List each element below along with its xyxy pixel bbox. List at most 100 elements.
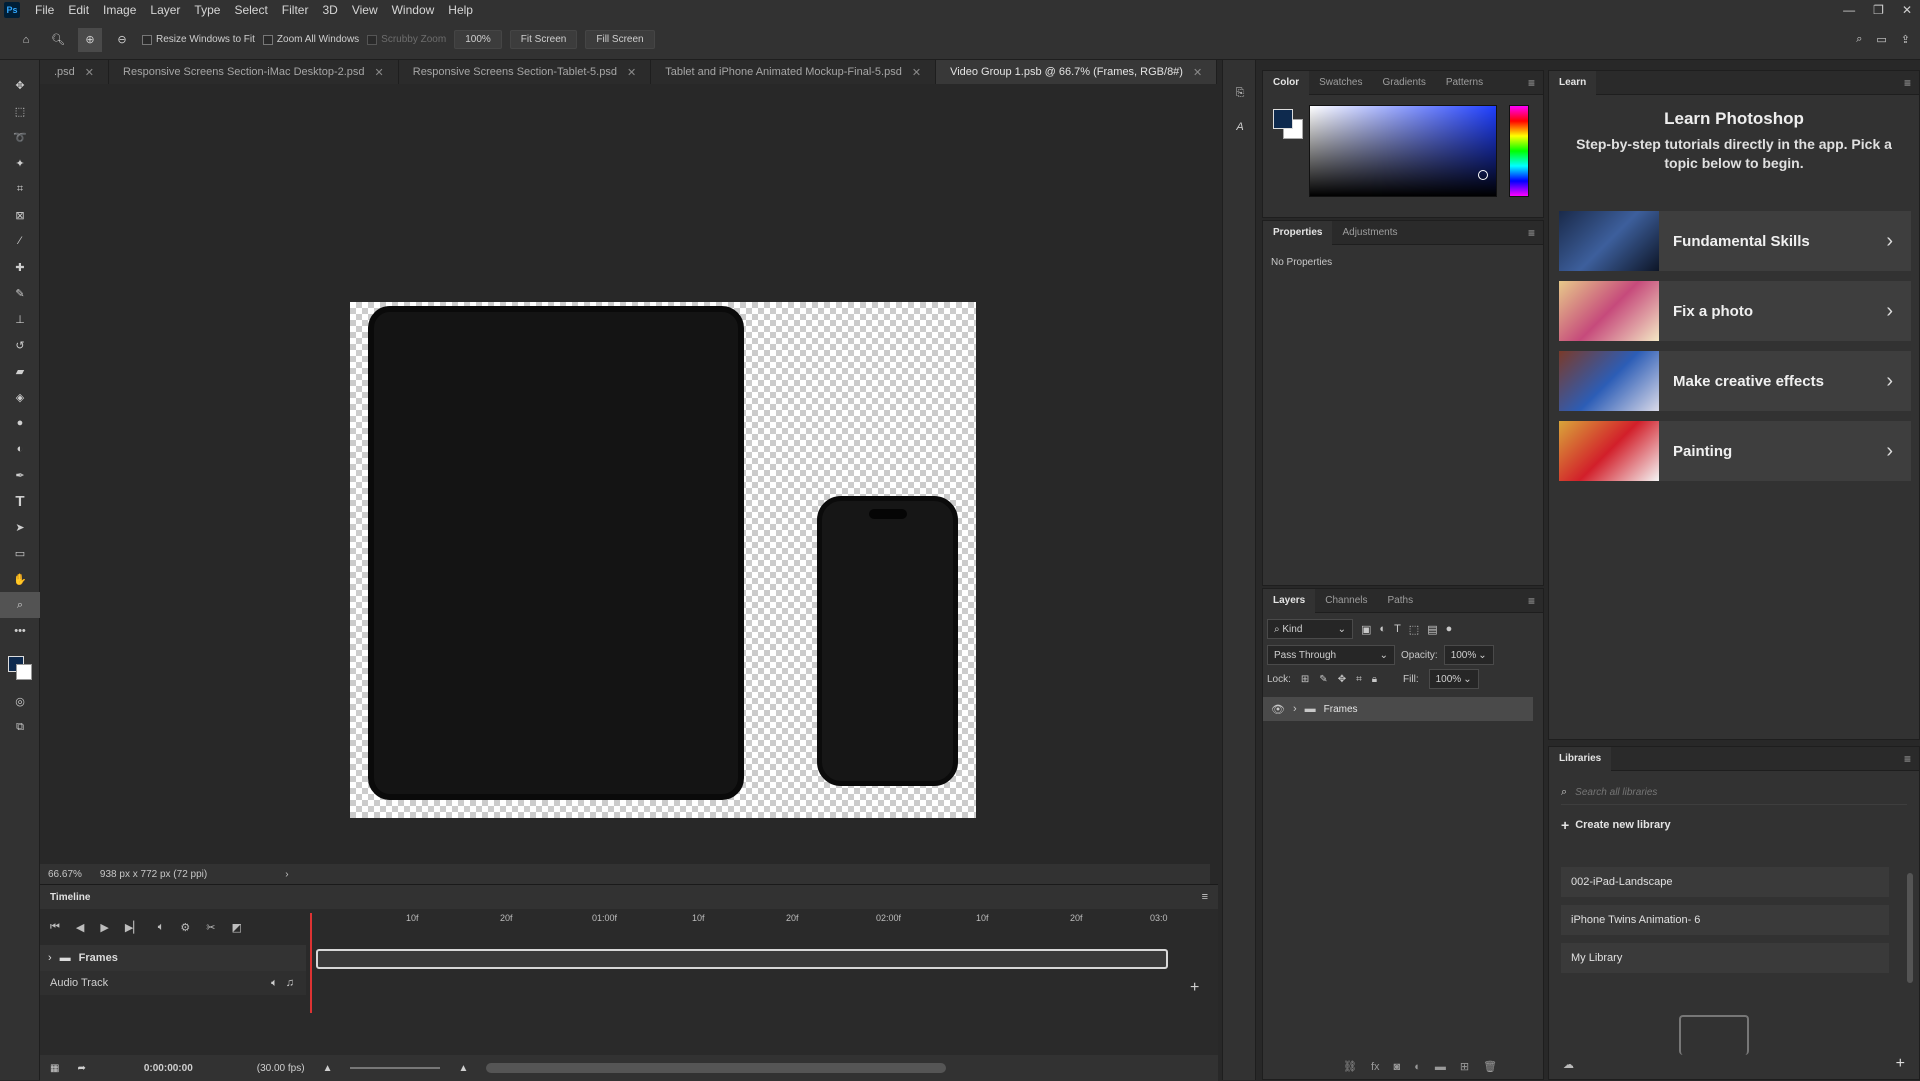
blend-mode-select[interactable]: Pass Through ⌄ bbox=[1267, 645, 1395, 665]
lock-pixels-icon[interactable]: ✎ bbox=[1319, 674, 1327, 685]
marquee-tool-icon[interactable]: ⬚ bbox=[0, 98, 40, 124]
libraries-scrollbar[interactable] bbox=[1907, 873, 1913, 983]
chevron-right-icon[interactable]: › bbox=[1293, 703, 1297, 715]
tab-paths[interactable]: Paths bbox=[1378, 589, 1424, 613]
filter-shape-icon[interactable]: ⬚ bbox=[1409, 623, 1419, 636]
timeline-tab[interactable]: Timeline bbox=[50, 892, 90, 903]
close-icon[interactable]: ✕ bbox=[1193, 66, 1202, 79]
filter-type-icon[interactable]: T bbox=[1394, 623, 1401, 635]
timeline-ruler[interactable]: 10f 20f 01:00f 10f 20f 02:00f 10f 20f 03… bbox=[310, 911, 1170, 931]
lock-artboard-icon[interactable]: ⌗ bbox=[1356, 674, 1362, 685]
zoom-in-timeline-icon[interactable]: ▲ bbox=[458, 1063, 468, 1074]
doc-tab-tablet[interactable]: Responsive Screens Section-Tablet-5.psd ✕ bbox=[398, 60, 652, 84]
frame-tool-icon[interactable]: ⊠ bbox=[0, 202, 40, 228]
close-icon[interactable]: ✕ bbox=[1902, 3, 1912, 17]
resize-windows-checkbox[interactable]: Resize Windows to Fit bbox=[142, 34, 255, 45]
pen-tool-icon[interactable]: ✒ bbox=[0, 462, 40, 488]
filter-pixel-icon[interactable]: ▣ bbox=[1361, 623, 1371, 636]
restore-icon[interactable]: ❐ bbox=[1873, 3, 1884, 17]
scrubby-zoom-checkbox[interactable]: Scrubby Zoom bbox=[367, 34, 446, 45]
filter-adjustment-icon[interactable]: ◐ bbox=[1379, 623, 1386, 635]
filter-toggle-icon[interactable]: ● bbox=[1446, 623, 1453, 635]
link-icon[interactable]: ⛓ bbox=[1343, 1060, 1357, 1073]
fit-screen-button[interactable]: Fit Screen bbox=[509, 30, 578, 49]
layer-row-frames[interactable]: 👁︎ › ▬ Frames bbox=[1263, 697, 1533, 721]
lock-transparent-icon[interactable]: ⊞ bbox=[1301, 674, 1309, 685]
blur-tool-icon[interactable]: ● bbox=[0, 410, 40, 436]
eraser-tool-icon[interactable]: ▰ bbox=[0, 358, 40, 384]
menu-type[interactable]: Type bbox=[187, 3, 227, 17]
transition-icon[interactable]: ◩ bbox=[231, 921, 241, 934]
menu-image[interactable]: Image bbox=[96, 3, 143, 17]
stamp-tool-icon[interactable]: ⊥ bbox=[0, 306, 40, 332]
library-item[interactable]: iPhone Twins Animation- 6 bbox=[1561, 905, 1889, 935]
menu-edit[interactable]: Edit bbox=[61, 3, 96, 17]
path-select-tool-icon[interactable]: ➤ bbox=[0, 514, 40, 540]
playhead[interactable] bbox=[310, 913, 312, 1013]
tab-color[interactable]: Color bbox=[1263, 70, 1310, 95]
color-swatches[interactable] bbox=[0, 644, 39, 688]
zoom-in-icon[interactable]: ⊕ bbox=[78, 27, 102, 52]
settings-icon[interactable]: ⚙ bbox=[180, 921, 190, 934]
timeline-zoom-slider[interactable] bbox=[350, 1067, 441, 1069]
chevron-right-icon[interactable]: › bbox=[285, 869, 288, 880]
frame-animation-icon[interactable]: ▦ bbox=[50, 1063, 59, 1074]
render-icon[interactable]: ➦ bbox=[77, 1063, 85, 1074]
brush-tool-icon[interactable]: ✎ bbox=[0, 280, 40, 306]
opacity-field[interactable]: 100% ⌄ bbox=[1443, 645, 1494, 665]
audio-icon[interactable]: 🔈︎ bbox=[158, 921, 165, 934]
library-search-input[interactable] bbox=[1573, 786, 1824, 799]
zoom-tool-icon[interactable]: ⌕ bbox=[0, 592, 40, 618]
share-icon[interactable]: ⇪ bbox=[1901, 33, 1910, 46]
add-track-icon[interactable]: + bbox=[1190, 979, 1199, 997]
add-icon[interactable]: + bbox=[1896, 1055, 1905, 1073]
lock-position-icon[interactable]: ✥ bbox=[1338, 674, 1346, 685]
zoom-all-checkbox[interactable]: Zoom All Windows bbox=[262, 34, 359, 45]
menu-layer[interactable]: Layer bbox=[143, 3, 187, 17]
tab-libraries[interactable]: Libraries bbox=[1549, 746, 1612, 771]
hue-slider[interactable] bbox=[1509, 105, 1529, 197]
mask-icon[interactable]: ◙ bbox=[1394, 1061, 1401, 1073]
learn-card-creative-effects[interactable]: Make creative effects › bbox=[1559, 351, 1911, 411]
panel-menu-icon[interactable]: ≡ bbox=[1904, 76, 1911, 90]
zoom-value-field[interactable]: 100% bbox=[454, 30, 502, 49]
create-library-button[interactable]: + Create new library bbox=[1561, 817, 1907, 833]
background-color-swatch[interactable] bbox=[16, 664, 32, 680]
foreground-color-swatch[interactable] bbox=[1273, 109, 1293, 129]
healing-brush-tool-icon[interactable]: ✚ bbox=[0, 254, 40, 280]
history-brush-tool-icon[interactable]: ↺ bbox=[0, 332, 40, 358]
status-zoom[interactable]: 66.67% bbox=[48, 869, 82, 880]
panel-menu-icon[interactable]: ≡ bbox=[1202, 891, 1208, 903]
screen-mode-icon[interactable]: ⧉ bbox=[0, 714, 40, 740]
panel-menu-icon[interactable]: ≡ bbox=[1528, 226, 1535, 240]
library-search[interactable]: ⌕ bbox=[1561, 781, 1907, 805]
music-note-icon[interactable]: ♫ bbox=[286, 977, 294, 989]
tab-gradients[interactable]: Gradients bbox=[1372, 71, 1435, 95]
filter-smart-object-icon[interactable]: ▤ bbox=[1427, 623, 1437, 636]
next-frame-icon[interactable]: ▶▏ bbox=[125, 921, 142, 934]
new-layer-icon[interactable]: ⊞ bbox=[1460, 1060, 1469, 1073]
panel-menu-icon[interactable]: ≡ bbox=[1904, 752, 1911, 766]
document-canvas[interactable] bbox=[350, 302, 976, 818]
timeline-track-audio[interactable]: Audio Track 🔈︎ ♫ bbox=[40, 971, 306, 995]
zoom-tool-preset-icon[interactable]: 🔍︎ bbox=[46, 28, 70, 52]
library-item[interactable]: 002-iPad-Landscape bbox=[1561, 867, 1889, 897]
color-picker-handle[interactable] bbox=[1478, 170, 1488, 180]
group-icon[interactable]: ▬ bbox=[1435, 1061, 1446, 1073]
more-tools-icon[interactable]: ••• bbox=[0, 618, 40, 644]
dodge-tool-icon[interactable]: ◐ bbox=[0, 436, 40, 462]
close-icon[interactable]: ✕ bbox=[627, 66, 636, 79]
learn-card-painting[interactable]: Painting › bbox=[1559, 421, 1911, 481]
library-item[interactable]: My Library bbox=[1561, 943, 1889, 973]
lasso-tool-icon[interactable]: ➰ bbox=[0, 124, 40, 150]
search-icon[interactable]: ⌕ bbox=[1856, 33, 1862, 46]
doc-tab-video-group[interactable]: Video Group 1.psb @ 66.7% (Frames, RGB/8… bbox=[936, 60, 1218, 84]
menu-help[interactable]: Help bbox=[441, 3, 480, 17]
tab-properties[interactable]: Properties bbox=[1263, 220, 1333, 245]
fill-screen-button[interactable]: Fill Screen bbox=[585, 30, 655, 49]
close-icon[interactable]: ✕ bbox=[85, 66, 94, 79]
doc-tab-mockup[interactable]: Tablet and iPhone Animated Mockup-Final-… bbox=[651, 60, 937, 84]
doc-tab-psd[interactable]: .psd ✕ bbox=[40, 60, 110, 84]
paint-bucket-tool-icon[interactable]: ◈ bbox=[0, 384, 40, 410]
workspace-icon[interactable]: ▭ bbox=[1876, 33, 1886, 46]
